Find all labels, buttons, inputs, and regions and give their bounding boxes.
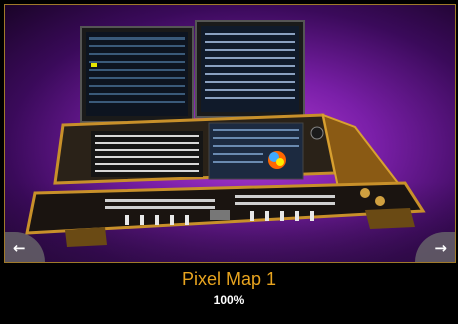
arrow-right-icon: → (434, 239, 447, 257)
lighting-console-image (25, 20, 426, 247)
item-percent: 100% (213, 293, 245, 307)
arrow-left-icon: ← (13, 239, 26, 257)
caption: Pixel Map 1 100% (0, 265, 458, 307)
preview-image-frame: ← → (4, 4, 456, 263)
item-title: Pixel Map 1 (181, 269, 277, 289)
